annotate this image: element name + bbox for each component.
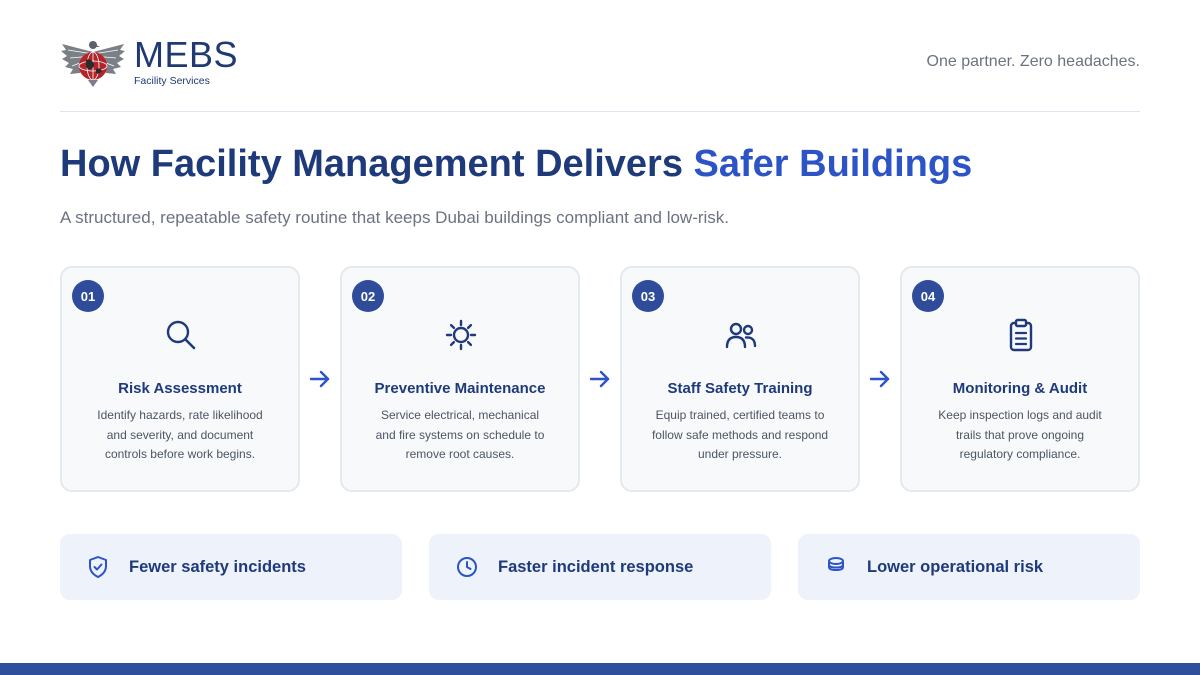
gear-icon (445, 319, 477, 351)
arrow-right-icon (589, 370, 610, 388)
step-title: Monitoring & Audit (952, 380, 1088, 397)
step-title: Risk Assessment (118, 380, 242, 397)
clipboard-icon (1009, 318, 1033, 352)
step-number-badge: 01 (72, 280, 104, 312)
page-title: How Facility Management Delivers Safer B… (60, 143, 1140, 186)
header-divider (60, 111, 1140, 112)
step-card-risk-assessment: 01 Risk Assessment Identify hazards, rat… (60, 266, 300, 492)
arrow-right-icon (309, 370, 330, 388)
tagline: One partner. Zero headaches. (926, 53, 1140, 70)
step-description: Equip trained, certified teams to follow… (651, 408, 829, 461)
footer-bar (0, 663, 1200, 675)
arrow-right-icon (869, 370, 890, 388)
users-icon (725, 322, 757, 349)
search-icon (166, 320, 196, 350)
benefit-label: Lower operational risk (867, 557, 1044, 576)
page-subtitle: A structured, repeatable safety routine … (60, 208, 730, 227)
clock-icon (457, 557, 477, 577)
benefit-faster-response: Faster incident response (429, 534, 771, 600)
brand-subtitle: Facility Services (134, 75, 210, 88)
eagle-globe-logo-icon (61, 41, 125, 87)
step-number-badge: 02 (352, 280, 384, 312)
shield-check-icon (89, 556, 107, 578)
step-description: Keep inspection logs and audit trails th… (938, 408, 1102, 461)
benefit-fewer-incidents: Fewer safety incidents (60, 534, 402, 600)
step-number-badge: 03 (632, 280, 664, 312)
benefit-lower-risk: Lower operational risk (798, 534, 1140, 600)
brand-logo[interactable]: MEBS Facility Services (60, 36, 238, 88)
step-description: Identify hazards, rate likelihood and se… (97, 408, 263, 461)
step-title: Staff Safety Training (667, 380, 813, 397)
step-card-monitoring-audit: 04 Monitoring & Audit Keep inspection lo… (900, 266, 1140, 492)
step-number-badge: 04 (912, 280, 944, 312)
step-title: Preventive Maintenance (374, 380, 546, 397)
step-card-preventive-maintenance: 02 Preventive Maintenance Service electr… (340, 266, 580, 492)
page-title-main: How Facility Management Delivers (60, 143, 694, 185)
benefit-label: Faster incident response (498, 557, 694, 576)
database-icon (828, 557, 844, 572)
step-card-staff-safety-training: 03 Staff Safety Training Equip trained, … (620, 266, 860, 492)
brand-name: MEBS (134, 34, 239, 76)
header: MEBS Facility Services One partner. Zero… (60, 36, 1140, 88)
page-title-accent: Safer Buildings (693, 143, 973, 185)
step-description: Service electrical, mechanical and fire … (375, 408, 545, 461)
benefit-label: Fewer safety incidents (129, 557, 306, 576)
